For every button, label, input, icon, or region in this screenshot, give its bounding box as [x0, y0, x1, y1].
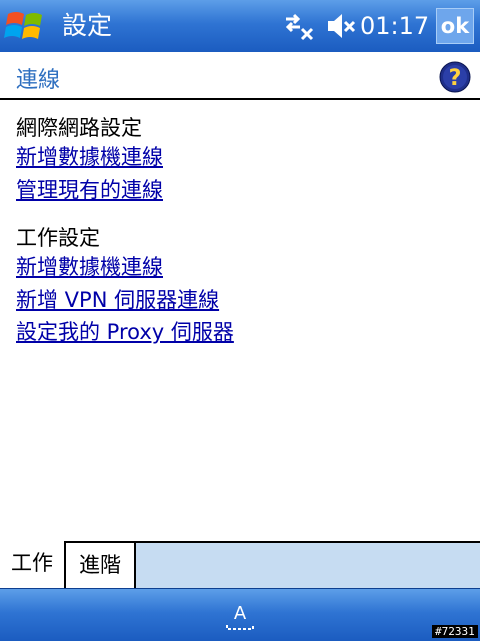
- watermark-label: #72331: [432, 625, 478, 638]
- input-panel-icon[interactable]: A: [222, 599, 258, 631]
- help-icon[interactable]: ?: [438, 60, 472, 94]
- menu-bar: A: [0, 588, 480, 641]
- link-manage-connections[interactable]: 管理現有的連線: [16, 174, 163, 204]
- app-title: 設定: [62, 11, 113, 40]
- link-setup-proxy[interactable]: 設定我的 Proxy 伺服器: [16, 316, 234, 346]
- svg-text:?: ?: [449, 66, 462, 91]
- volume-off-icon[interactable]: [324, 9, 356, 43]
- link-add-modem-internet[interactable]: 新增數據機連線: [16, 141, 163, 171]
- tab-work[interactable]: 工作: [0, 541, 66, 588]
- windows-flag-icon[interactable]: [4, 6, 48, 46]
- section-heading-internet: 網際網路設定: [16, 116, 142, 140]
- tab-advanced[interactable]: 進階: [66, 543, 136, 588]
- link-add-modem-work[interactable]: 新增數據機連線: [16, 251, 163, 281]
- section-heading-work: 工作設定: [16, 226, 100, 250]
- page-title: 連線: [16, 68, 61, 93]
- title-bar: 設定 01:17 ok: [0, 0, 480, 53]
- svg-text:A: A: [234, 603, 247, 624]
- link-add-vpn[interactable]: 新增 VPN 伺服器連線: [16, 284, 219, 314]
- page-header: 連線: [0, 52, 480, 100]
- clock[interactable]: 01:17: [360, 8, 429, 44]
- tab-strip: 工作 進階: [0, 541, 480, 590]
- connectivity-off-icon[interactable]: [282, 9, 316, 43]
- ok-button[interactable]: ok: [436, 8, 474, 44]
